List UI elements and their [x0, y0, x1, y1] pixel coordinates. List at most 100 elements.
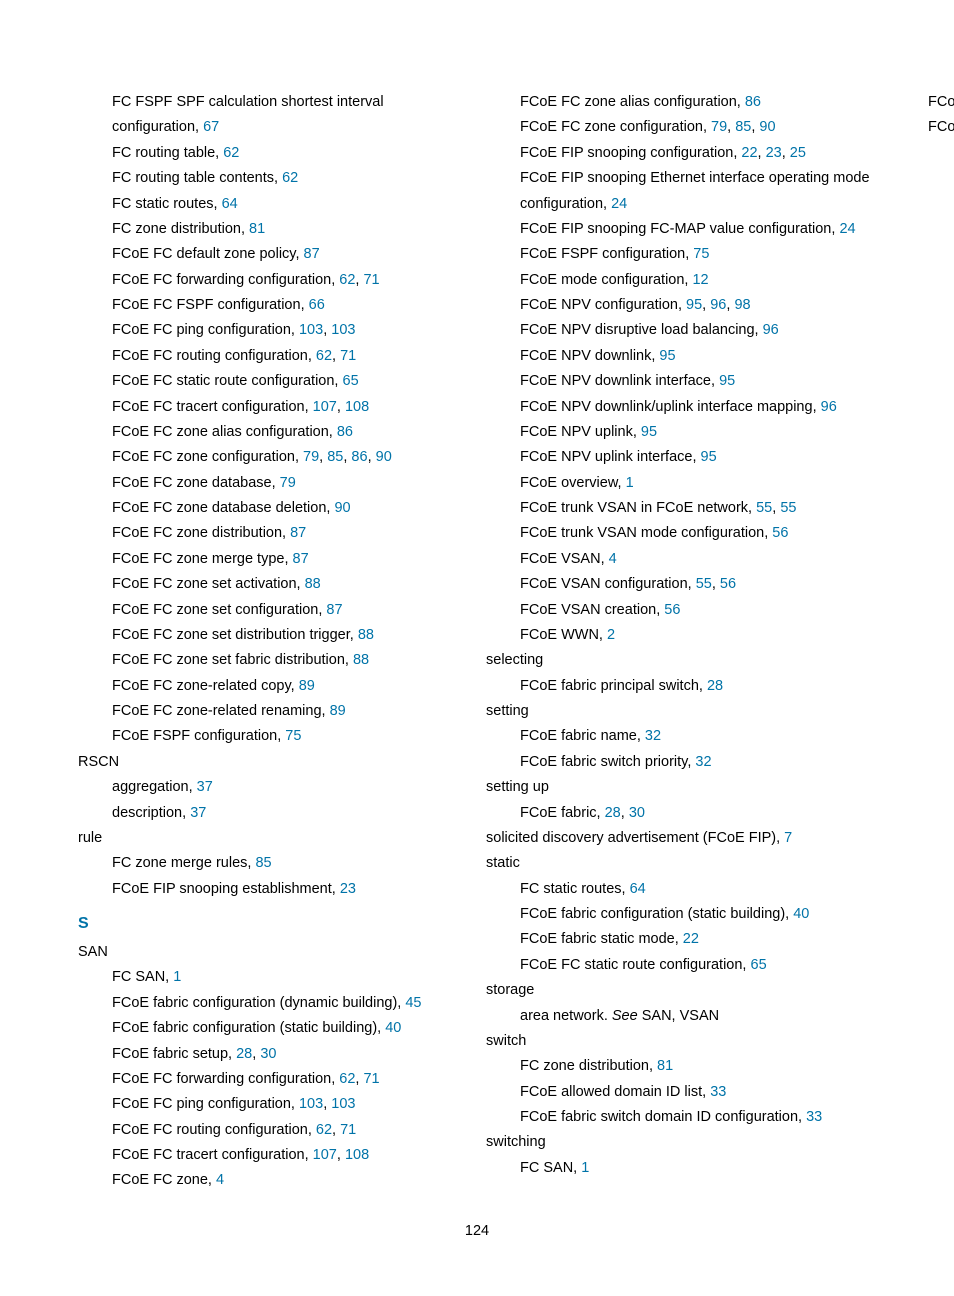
page-ref-link[interactable]: 85	[255, 855, 271, 871]
page-ref-link[interactable]: 95	[659, 348, 675, 364]
index-subentry: FCoE NPV downlink, 95	[520, 344, 876, 369]
page-ref-link[interactable]: 62	[282, 170, 298, 186]
page-ref-link[interactable]: 85	[327, 449, 343, 465]
page-ref-link[interactable]: 89	[330, 703, 346, 719]
page-ref-link[interactable]: 79	[280, 475, 296, 491]
page-ref-link[interactable]: 87	[290, 525, 306, 541]
page-ref-link[interactable]: 107	[313, 1147, 337, 1163]
page-ref-link[interactable]: 4	[216, 1172, 224, 1188]
page-ref-link[interactable]: 40	[385, 1020, 401, 1036]
page-ref-link[interactable]: 55	[780, 500, 796, 516]
page-ref-link[interactable]: 62	[316, 1122, 332, 1138]
index-subentry: FCoE FSPF configuration, 75	[520, 242, 876, 267]
page-ref-link[interactable]: 1	[626, 475, 634, 491]
page-ref-link[interactable]: 96	[763, 322, 779, 338]
page-ref-link[interactable]: 23	[340, 881, 356, 897]
page-ref-link[interactable]: 2	[607, 627, 615, 643]
page-ref-link[interactable]: 37	[190, 805, 206, 821]
page-ref-link[interactable]: 23	[766, 145, 782, 161]
page-ref-link[interactable]: 64	[222, 196, 238, 212]
entry-text: FCoE fabric configuration (static buildi…	[520, 906, 793, 922]
page-ref-link[interactable]: 12	[692, 272, 708, 288]
page-ref-link[interactable]: 90	[759, 119, 775, 135]
index-term: storage	[486, 978, 876, 1003]
page-ref-link[interactable]: 86	[337, 424, 353, 440]
page-ref-link[interactable]: 56	[772, 525, 788, 541]
page-ref-link[interactable]: 62	[339, 1071, 355, 1087]
page-ref-link[interactable]: 103	[331, 1096, 355, 1112]
page-ref-link[interactable]: 89	[299, 678, 315, 694]
entry-text: FCoE fabric static mode,	[520, 931, 683, 947]
page-ref-link[interactable]: 103	[299, 1096, 323, 1112]
page-ref-link[interactable]: 71	[363, 1071, 379, 1087]
page-ref-link[interactable]: 24	[611, 196, 627, 212]
page-ref-link[interactable]: 55	[696, 576, 712, 592]
index-subentry: FCoE FC zone database deletion, 90	[112, 496, 468, 521]
page-ref-link[interactable]: 87	[293, 551, 309, 567]
page-ref-link[interactable]: 28	[236, 1046, 252, 1062]
page-ref-link[interactable]: 22	[741, 145, 757, 161]
page-ref-link[interactable]: 66	[309, 297, 325, 313]
page-ref-link[interactable]: 62	[223, 145, 239, 161]
page-ref-link[interactable]: 95	[686, 297, 702, 313]
page-ref-link[interactable]: 75	[285, 728, 301, 744]
page-ref-link[interactable]: 30	[629, 805, 645, 821]
page-ref-link[interactable]: 55	[756, 500, 772, 516]
page-ref-link[interactable]: 87	[304, 246, 320, 262]
page-ref-link[interactable]: 32	[695, 754, 711, 770]
page-ref-link[interactable]: 33	[710, 1084, 726, 1100]
page-ref-link[interactable]: 28	[707, 678, 723, 694]
page-ref-link[interactable]: 103	[331, 322, 355, 338]
page-ref-link[interactable]: 56	[664, 602, 680, 618]
page-ref-link[interactable]: 65	[751, 957, 767, 973]
page-ref-link[interactable]: 71	[340, 1122, 356, 1138]
page-ref-link[interactable]: 88	[305, 576, 321, 592]
page-ref-link[interactable]: 103	[299, 322, 323, 338]
page-ref-link[interactable]: 95	[641, 424, 657, 440]
page-ref-link[interactable]: 67	[203, 119, 219, 135]
page-ref-link[interactable]: 64	[630, 881, 646, 897]
index-subentry: FCoE fabric configuration (dynamic build…	[928, 115, 954, 140]
page-ref-link[interactable]: 1	[581, 1160, 589, 1176]
page-ref-link[interactable]: 108	[345, 399, 369, 415]
page-ref-link[interactable]: 56	[720, 576, 736, 592]
page-ref-link[interactable]: 65	[343, 373, 359, 389]
page-ref-link[interactable]: 95	[701, 449, 717, 465]
page-ref-link[interactable]: 30	[260, 1046, 276, 1062]
page-ref-link[interactable]: 24	[839, 221, 855, 237]
page-ref-link[interactable]: 98	[734, 297, 750, 313]
page-ref-link[interactable]: 96	[710, 297, 726, 313]
page-ref-link[interactable]: 86	[351, 449, 367, 465]
page-ref-link[interactable]: 4	[609, 551, 617, 567]
page-ref-link[interactable]: 28	[605, 805, 621, 821]
page-ref-link[interactable]: 90	[376, 449, 392, 465]
page-ref-link[interactable]: 81	[249, 221, 265, 237]
page-ref-link[interactable]: 86	[745, 94, 761, 110]
page-ref-link[interactable]: 90	[334, 500, 350, 516]
page-ref-link[interactable]: 45	[405, 995, 421, 1011]
page-ref-link[interactable]: 71	[340, 348, 356, 364]
page-ref-link[interactable]: 62	[316, 348, 332, 364]
page-ref-link[interactable]: 79	[303, 449, 319, 465]
page-ref-link[interactable]: 22	[683, 931, 699, 947]
page-ref-link[interactable]: 37	[197, 779, 213, 795]
page-ref-link[interactable]: 87	[326, 602, 342, 618]
page-ref-link[interactable]: 75	[693, 246, 709, 262]
page-ref-link[interactable]: 108	[345, 1147, 369, 1163]
page-ref-link[interactable]: 79	[711, 119, 727, 135]
page-ref-link[interactable]: 88	[358, 627, 374, 643]
page-ref-link[interactable]: 1	[173, 969, 181, 985]
page-ref-link[interactable]: 33	[806, 1109, 822, 1125]
page-ref-link[interactable]: 32	[645, 728, 661, 744]
page-ref-link[interactable]: 7	[784, 830, 792, 846]
page-ref-link[interactable]: 95	[719, 373, 735, 389]
page-ref-link[interactable]: 81	[657, 1058, 673, 1074]
page-ref-link[interactable]: 88	[353, 652, 369, 668]
page-ref-link[interactable]: 107	[313, 399, 337, 415]
page-ref-link[interactable]: 62	[339, 272, 355, 288]
page-ref-link[interactable]: 96	[821, 399, 837, 415]
page-ref-link[interactable]: 40	[793, 906, 809, 922]
page-ref-link[interactable]: 25	[790, 145, 806, 161]
page-ref-link[interactable]: 85	[735, 119, 751, 135]
page-ref-link[interactable]: 71	[363, 272, 379, 288]
